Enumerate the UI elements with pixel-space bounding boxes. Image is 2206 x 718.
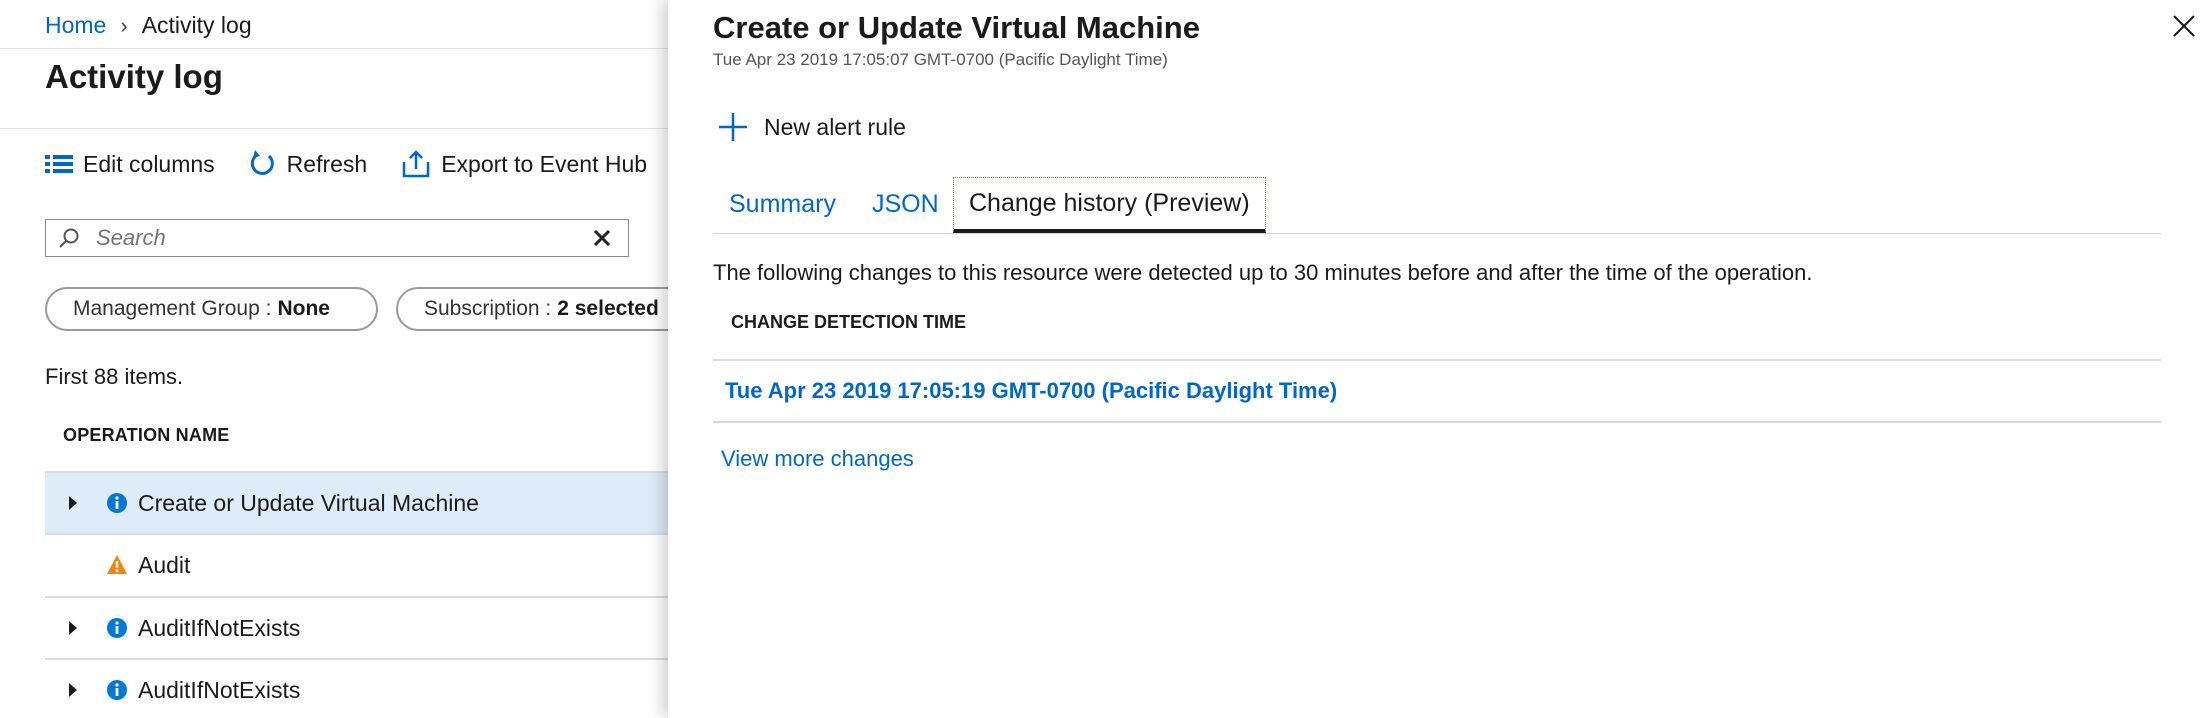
refresh-label: Refresh bbox=[286, 150, 368, 177]
search-input[interactable] bbox=[94, 224, 568, 252]
close-icon[interactable] bbox=[2172, 14, 2196, 38]
edit-columns-label: Edit columns bbox=[83, 150, 215, 177]
info-icon bbox=[106, 492, 128, 514]
operation-name: Create or Update Virtual Machine bbox=[138, 489, 479, 516]
export-label: Export to Event Hub bbox=[441, 150, 648, 177]
page-title: Activity log bbox=[45, 58, 223, 95]
filter-label: Management Group : bbox=[73, 297, 272, 320]
breadcrumb-current: Activity log bbox=[141, 12, 252, 38]
tab-bar: Summary JSON Change history (Preview) bbox=[713, 177, 2161, 234]
divider bbox=[0, 48, 668, 49]
change-description: The following changes to this resource w… bbox=[713, 260, 1813, 285]
breadcrumb: Home › Activity log bbox=[45, 12, 252, 39]
table-row[interactable]: AuditIfNotExists bbox=[45, 596, 668, 658]
management-group-filter[interactable]: Management Group : None bbox=[45, 287, 378, 331]
tab-change-history[interactable]: Change history (Preview) bbox=[953, 177, 1266, 233]
table-row[interactable]: Audit bbox=[45, 533, 668, 595]
new-alert-rule-button[interactable]: New alert rule bbox=[718, 112, 906, 142]
caret-right-icon[interactable] bbox=[65, 682, 81, 698]
plus-icon bbox=[719, 113, 747, 141]
edit-columns-button[interactable]: Edit columns bbox=[45, 151, 215, 178]
divider bbox=[0, 128, 668, 129]
divider bbox=[713, 359, 2161, 361]
columns-icon bbox=[45, 155, 73, 173]
filter-label: Subscription : bbox=[424, 297, 552, 320]
search-icon bbox=[58, 227, 80, 249]
chevron-right-icon: › bbox=[120, 12, 128, 38]
operation-name: AuditIfNotExists bbox=[138, 614, 301, 641]
filter-value: 2 selected bbox=[557, 297, 659, 320]
table-row[interactable]: AuditIfNotExists bbox=[45, 658, 668, 718]
item-count: First 88 items. bbox=[45, 364, 184, 389]
tab-summary[interactable]: Summary bbox=[729, 177, 836, 231]
caret-right-icon[interactable] bbox=[65, 495, 81, 511]
export-button[interactable]: Export to Event Hub bbox=[401, 149, 647, 179]
change-detection-time-header[interactable]: CHANGE DETECTION TIME bbox=[731, 312, 966, 333]
details-panel: Create or Update Virtual Machine Tue Apr… bbox=[668, 0, 2206, 718]
operation-name: Audit bbox=[138, 551, 191, 578]
operation-name-header[interactable]: OPERATION NAME bbox=[63, 425, 229, 446]
change-time-link[interactable]: Tue Apr 23 2019 17:05:19 GMT-0700 (Pacif… bbox=[725, 378, 1337, 404]
breadcrumb-home-link[interactable]: Home bbox=[45, 12, 106, 39]
panel-title: Create or Update Virtual Machine bbox=[713, 10, 1200, 45]
table-row[interactable]: Create or Update Virtual Machine bbox=[45, 471, 668, 533]
info-icon bbox=[106, 679, 128, 701]
export-icon bbox=[402, 150, 430, 178]
subscription-filter[interactable]: Subscription : 2 selected bbox=[396, 287, 668, 331]
view-more-changes-link[interactable]: View more changes bbox=[721, 446, 914, 472]
divider bbox=[713, 421, 2161, 423]
activity-log-pane: Home › Activity log Activity log Edit co… bbox=[0, 0, 668, 718]
info-icon bbox=[106, 617, 128, 639]
search-box[interactable] bbox=[45, 219, 629, 257]
filter-value: None bbox=[277, 297, 330, 320]
refresh-icon bbox=[250, 150, 274, 175]
caret-right-icon[interactable] bbox=[65, 620, 81, 636]
toolbar: Edit columns Refresh Export to Event Hub bbox=[45, 146, 668, 182]
warning-icon bbox=[106, 554, 128, 576]
refresh-button[interactable]: Refresh bbox=[249, 149, 368, 179]
clear-icon[interactable] bbox=[592, 228, 612, 248]
tab-json[interactable]: JSON bbox=[872, 177, 939, 231]
new-alert-rule-label: New alert rule bbox=[764, 113, 906, 140]
operation-name: AuditIfNotExists bbox=[138, 676, 301, 703]
panel-subtitle: Tue Apr 23 2019 17:05:07 GMT-0700 (Pacif… bbox=[713, 50, 1168, 69]
